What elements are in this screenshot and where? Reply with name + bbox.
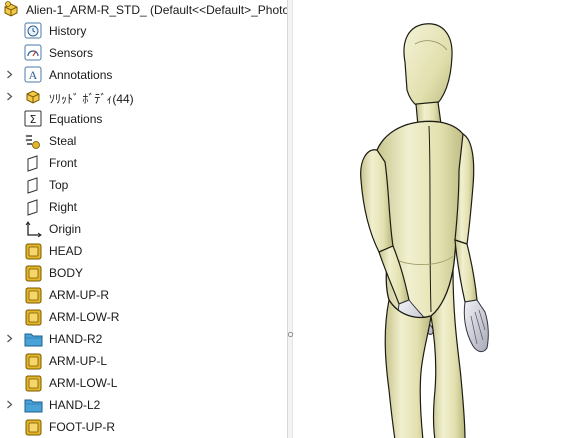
tree-item-body[interactable]: BODY — [0, 262, 288, 284]
origin-icon — [25, 221, 42, 238]
tree-item-label: HAND-L2 — [49, 398, 101, 412]
tree-item-label: Sensors — [49, 46, 94, 60]
tree-item-hand-r2[interactable]: HAND-R2 — [0, 328, 288, 350]
part-icon — [25, 287, 42, 304]
part-icon — [25, 375, 42, 392]
equations-icon: Σ — [24, 110, 42, 127]
tree-item-label: History — [49, 24, 87, 38]
tree-item-label: Equations — [49, 112, 103, 126]
annotations-icon: A — [24, 66, 42, 83]
tree-item-arm-low-l[interactable]: ARM-LOW-L — [0, 372, 288, 394]
tree-item-arm-up-r[interactable]: ARM-UP-R — [0, 284, 288, 306]
tree-item-label: Annotations — [49, 68, 113, 82]
plane-icon — [27, 199, 38, 216]
tree-item-arm-up-l[interactable]: ARM-UP-L — [0, 350, 288, 372]
expand-arrow-icon[interactable] — [6, 400, 13, 409]
tree-title-row[interactable]: Alien-1_ARM-R_STD_ (Default<<Default>_Ph… — [0, 0, 288, 20]
history-icon — [24, 22, 42, 39]
tree-item-head[interactable]: HEAD — [0, 240, 288, 262]
svg-text:A: A — [29, 68, 38, 82]
tree-item-label: Right — [49, 200, 78, 214]
sensors-icon — [24, 44, 42, 61]
tree-item-hand-l2[interactable]: HAND-L2 — [0, 394, 288, 416]
tree-item-arm-low-r[interactable]: ARM-LOW-R — [0, 306, 288, 328]
tree-item-label: FOOT-UP-R — [49, 420, 115, 434]
tree-item-label: Front — [49, 156, 78, 170]
model-hand-left[interactable] — [463, 299, 489, 353]
tree-item-right[interactable]: Right — [0, 196, 288, 218]
feature-manager-tree: Alien-1_ARM-R_STD_ (Default<<Default>_Ph… — [0, 0, 288, 438]
tree-item-label: ｿﾘｯﾄﾞ ﾎﾞﾃﾞｨ(44) — [49, 92, 134, 106]
folder-icon — [24, 399, 43, 413]
expand-arrow-icon[interactable] — [6, 334, 13, 343]
model-head[interactable] — [403, 23, 453, 111]
tree-item-label: ARM-LOW-R — [49, 310, 120, 324]
tree-item-label: ARM-UP-L — [49, 354, 108, 368]
part-icon — [25, 419, 42, 436]
tree-item-origin[interactable]: Origin — [0, 218, 288, 240]
tree-item-label: HAND-R2 — [49, 332, 103, 346]
expand-arrow-icon[interactable] — [6, 92, 13, 101]
plane-icon — [27, 177, 38, 194]
tree-item-equations[interactable]: Σ Equations — [0, 108, 288, 130]
part-icon — [25, 353, 42, 370]
tree-item-label: HEAD — [49, 244, 83, 258]
tree-item-label: Steal — [49, 134, 77, 148]
tree-item-label: Top — [49, 178, 69, 192]
assembly-icon — [4, 1, 18, 17]
material-icon — [25, 134, 40, 149]
model-arm-lower-left[interactable] — [454, 239, 478, 303]
graphics-viewport[interactable] — [293, 0, 573, 438]
tree-item-foot-up-r[interactable]: FOOT-UP-R — [0, 416, 288, 438]
tree-item-44[interactable]: ｿﾘｯﾄﾞ ﾎﾞﾃﾞｨ(44) — [0, 86, 288, 108]
part-icon — [25, 243, 42, 260]
part-icon — [25, 309, 42, 326]
tree-item-sensors[interactable]: Sensors — [0, 42, 288, 64]
folder-icon — [24, 333, 43, 347]
tree-item-annotations[interactable]: A Annotations — [0, 64, 288, 86]
tree-item-label: ARM-UP-R — [49, 288, 109, 302]
tree-item-steal[interactable]: Steal — [0, 130, 288, 152]
tree-item-history[interactable]: History — [0, 20, 288, 42]
alien-model[interactable] — [293, 0, 573, 438]
solid-bodies-icon — [26, 90, 40, 104]
plane-icon — [27, 155, 38, 172]
tree-item-label: ARM-LOW-L — [49, 376, 118, 390]
tree-item-label: Origin — [49, 222, 82, 236]
tree-item-top[interactable]: Top — [0, 174, 288, 196]
part-icon — [25, 265, 42, 282]
svg-text:Σ: Σ — [30, 113, 37, 126]
tree-item-front[interactable]: Front — [0, 152, 288, 174]
expand-arrow-icon[interactable] — [6, 70, 13, 79]
document-title: Alien-1_ARM-R_STD_ (Default<<Default>_Ph… — [26, 3, 288, 17]
tree-item-label: BODY — [49, 266, 84, 280]
model-leg-right[interactable] — [384, 298, 432, 438]
